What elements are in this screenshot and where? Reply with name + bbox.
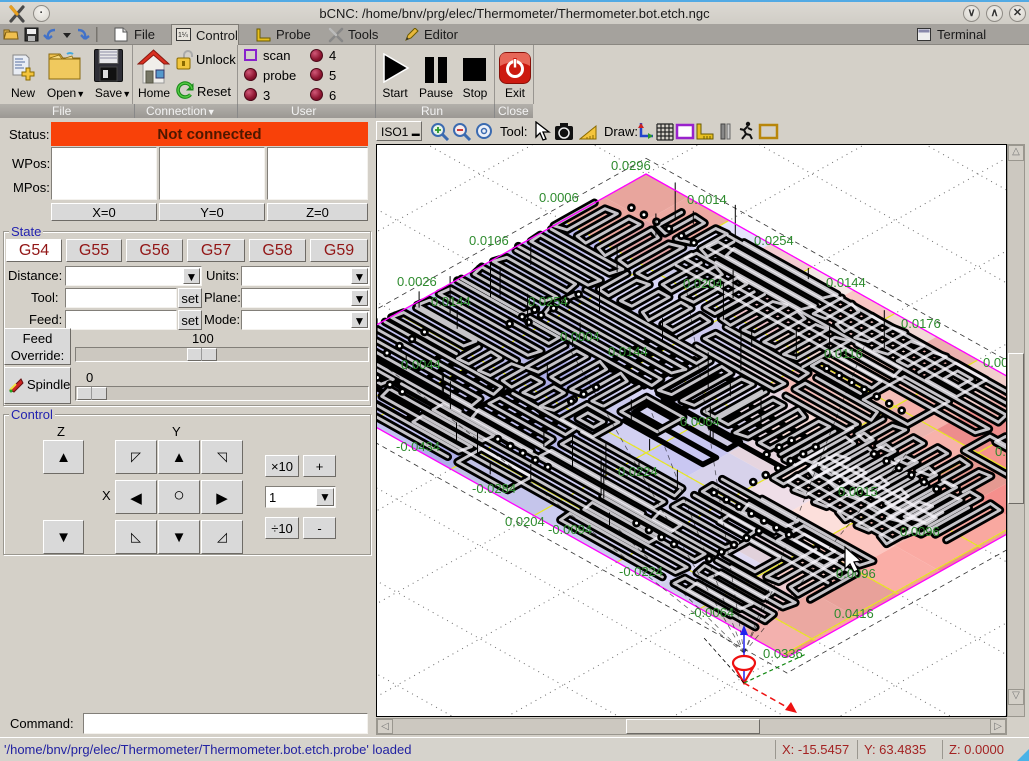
svg-text:0.0026: 0.0026 [397, 274, 437, 289]
svg-text:-0.0064: -0.0064 [690, 605, 734, 620]
svg-text:0.0204: 0.0204 [505, 514, 545, 529]
svg-text:1¼: 1¼ [178, 32, 188, 39]
svg-text:0.0116: 0.0116 [824, 346, 863, 361]
svg-text:0.0050: 0.0050 [995, 444, 1006, 459]
svg-text:-0.0094: -0.0094 [548, 522, 592, 537]
svg-text:0.0254: 0.0254 [754, 233, 794, 248]
svg-text:0.0015: 0.0015 [838, 484, 878, 499]
svg-text:0.0416: 0.0416 [834, 606, 874, 621]
svg-text:0.0224: 0.0224 [618, 464, 658, 479]
svg-text:0.0144: 0.0144 [608, 344, 648, 359]
svg-text:0.0296: 0.0296 [611, 158, 651, 173]
svg-text:-0.0434: -0.0434 [396, 439, 440, 454]
svg-text:0.0014: 0.0014 [687, 192, 727, 207]
svg-text:0.0204: 0.0204 [683, 276, 723, 291]
svg-text:0.0004: 0.0004 [560, 329, 600, 344]
svg-text:0.0044: 0.0044 [401, 357, 441, 372]
svg-text:-0.0224: -0.0224 [619, 564, 663, 579]
svg-text:0.0034: 0.0034 [983, 355, 1006, 370]
svg-text:0.0106: 0.0106 [469, 233, 509, 248]
svg-text:0.0144: 0.0144 [826, 275, 866, 290]
svg-text:0.0064: 0.0064 [680, 414, 720, 429]
svg-text:0.0096: 0.0096 [900, 524, 940, 539]
svg-text:-0.0284: -0.0284 [472, 481, 516, 496]
svg-text:0.0144: 0.0144 [431, 294, 471, 309]
svg-text:0.0006: 0.0006 [539, 190, 579, 205]
svg-text:0.0176: 0.0176 [901, 316, 941, 331]
svg-text:0.0254: 0.0254 [528, 294, 568, 309]
